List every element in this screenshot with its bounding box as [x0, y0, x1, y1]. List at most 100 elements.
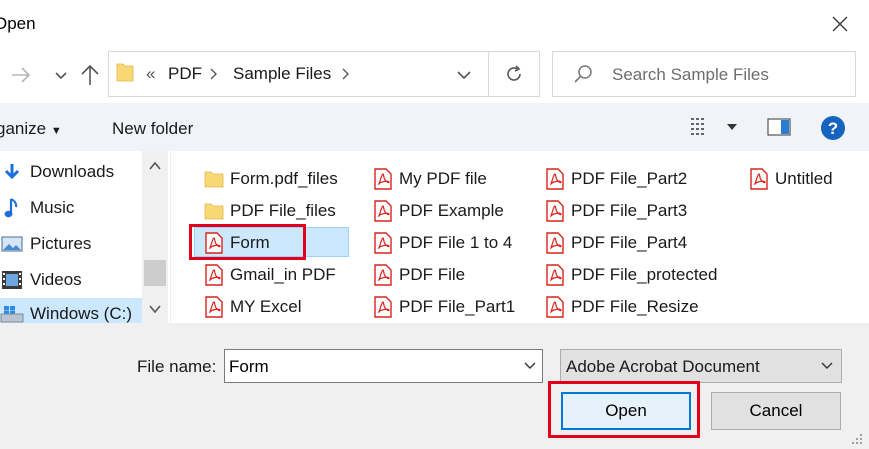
- pdf-file-item[interactable]: PDF File_Part1: [372, 292, 515, 322]
- file-type-select[interactable]: Adobe Acrobat Document: [560, 349, 842, 383]
- pdf-file-item[interactable]: Gmail_in PDF: [203, 260, 336, 290]
- nav-item-videos[interactable]: Videos: [0, 264, 142, 296]
- preview-pane-icon[interactable]: [767, 117, 791, 137]
- folder-item[interactable]: PDF File_files: [203, 196, 336, 226]
- folder-icon: [203, 168, 225, 190]
- file-name-dropdown[interactable]: [519, 350, 541, 382]
- refresh-button[interactable]: [489, 51, 540, 97]
- file-name-label: PDF File_Resize: [571, 297, 699, 316]
- pdf-file-item[interactable]: PDF File_Part2: [544, 164, 687, 194]
- scrollbar-thumb[interactable]: [144, 260, 166, 286]
- pdf-file-item[interactable]: PDF File: [372, 260, 465, 290]
- pdf-icon: [203, 296, 225, 318]
- pdf-icon: [372, 232, 394, 254]
- chevron-down-icon: [524, 362, 536, 369]
- file-name-label: PDF File_Part4: [571, 233, 688, 252]
- address-dropdown-icon[interactable]: [455, 66, 473, 84]
- chevron-down-icon: [821, 362, 833, 369]
- pdf-icon: [544, 264, 566, 286]
- file-name-label: PDF File_Part3: [571, 201, 688, 220]
- file-name-label: File name:: [137, 357, 217, 376]
- caret-down-icon: ▼: [50, 125, 62, 137]
- file-name-label: PDF File_Part2: [571, 169, 688, 188]
- svg-text:?: ?: [828, 119, 838, 138]
- nav-item-downloads[interactable]: Downloads: [0, 156, 142, 188]
- nav-item-label: Music: [30, 198, 75, 217]
- nav-item-music[interactable]: Music: [0, 192, 142, 224]
- download-icon: [0, 160, 24, 184]
- scroll-down-icon[interactable]: [148, 303, 162, 315]
- file-name-label: Gmail_in PDF: [230, 265, 336, 284]
- pdf-icon: [544, 200, 566, 222]
- pdf-file-item[interactable]: PDF File_protected: [544, 260, 717, 290]
- nav-item-label: Windows (C:): [30, 304, 133, 323]
- search-icon: [574, 65, 592, 83]
- cancel-button[interactable]: Cancel: [711, 392, 841, 430]
- breadcrumb-separator-icon[interactable]: [209, 67, 219, 81]
- resize-grip-icon[interactable]: [848, 430, 864, 446]
- pdf-file-item[interactable]: PDF File_Part4: [544, 228, 687, 258]
- file-name-input[interactable]: Form: [224, 349, 543, 383]
- pdf-file-item[interactable]: PDF File 1 to 4: [372, 228, 512, 258]
- search-input[interactable]: Search Sample Files: [612, 65, 769, 85]
- file-name-label: PDF File_protected: [571, 265, 718, 284]
- nav-scrollbar[interactable]: [142, 151, 168, 323]
- pdf-icon: [372, 264, 394, 286]
- pdf-icon: [203, 264, 225, 286]
- pdf-file-item[interactable]: My PDF file: [372, 164, 487, 194]
- highlight-box-form: [189, 224, 306, 260]
- pdf-file-item[interactable]: Untitled: [748, 164, 833, 194]
- close-icon: [832, 16, 848, 32]
- organize-label: ganize: [0, 119, 47, 138]
- help-icon[interactable]: ?: [820, 115, 846, 141]
- file-name-label: PDF Example: [399, 201, 504, 220]
- nav-item-label: Downloads: [30, 162, 115, 181]
- videos-icon: [0, 268, 24, 292]
- pdf-icon: [748, 168, 770, 190]
- view-options-icon[interactable]: [690, 116, 714, 138]
- folder-item[interactable]: Form.pdf_files: [203, 164, 338, 194]
- nav-item-label: Pictures: [30, 234, 92, 253]
- organize-menu[interactable]: ganize ▼: [0, 119, 62, 139]
- chevron-down-icon[interactable]: [52, 66, 70, 84]
- up-arrow-icon[interactable]: [79, 62, 101, 88]
- folder-icon: [116, 63, 134, 82]
- nav-item-pictures[interactable]: Pictures: [0, 228, 142, 260]
- pdf-file-item[interactable]: PDF Example: [372, 196, 504, 226]
- pdf-file-item[interactable]: PDF File_Part3: [544, 196, 687, 226]
- file-name-label: MY Excel: [230, 297, 302, 316]
- close-button[interactable]: [820, 6, 860, 42]
- file-type-dropdown[interactable]: [817, 356, 837, 376]
- breadcrumb-separator-icon[interactable]: [341, 67, 351, 81]
- folder-icon: [203, 200, 225, 222]
- pdf-icon: [544, 232, 566, 254]
- pdf-icon: [372, 200, 394, 222]
- music-icon: [0, 196, 24, 220]
- title-bar: [0, 0, 869, 48]
- forward-arrow-icon[interactable]: [8, 62, 34, 88]
- pdf-icon: [544, 296, 566, 318]
- nav-item-label: Videos: [30, 270, 82, 289]
- pdf-icon: [544, 168, 566, 190]
- new-folder-button[interactable]: New folder: [112, 119, 193, 139]
- file-name-label: PDF File 1 to 4: [399, 233, 513, 252]
- file-name-label: PDF File: [399, 265, 466, 284]
- file-name-label: Untitled: [775, 169, 833, 188]
- refresh-icon: [507, 65, 521, 81]
- file-name-label: My PDF file: [399, 169, 487, 188]
- breadcrumb-pdf[interactable]: PDF: [168, 64, 202, 84]
- highlight-box-open: [548, 381, 700, 438]
- breadcrumb-sample-files[interactable]: Sample Files: [233, 64, 331, 84]
- pdf-file-item[interactable]: PDF File_Resize: [544, 292, 699, 322]
- file-name-label: PDF File_Part1: [399, 297, 516, 316]
- file-name-label: Form.pdf_files: [230, 169, 338, 188]
- pictures-icon: [0, 232, 24, 256]
- pdf-file-item[interactable]: MY Excel: [203, 292, 302, 322]
- window-title: Open: [0, 14, 36, 33]
- scroll-up-icon[interactable]: [148, 160, 162, 172]
- view-dropdown-icon[interactable]: [726, 122, 738, 132]
- pdf-icon: [372, 296, 394, 318]
- dialog-footer: [0, 323, 869, 449]
- breadcrumb-overflow[interactable]: «: [146, 64, 155, 84]
- pdf-icon: [372, 168, 394, 190]
